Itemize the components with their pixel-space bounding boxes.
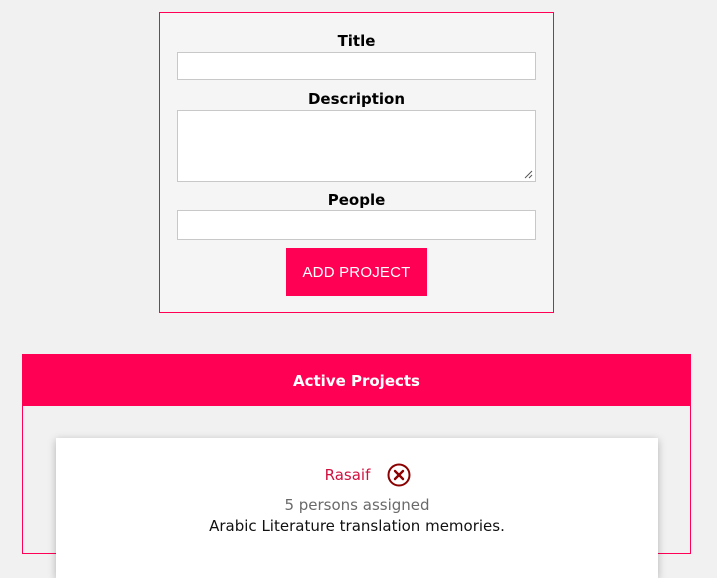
close-circle-icon[interactable] [387,463,411,487]
add-project-form: Title Description People ADD PROJECT [159,12,554,313]
description-textarea[interactable] [177,110,536,182]
project-title[interactable]: Rasaif [325,466,371,484]
active-projects-section: Active Projects Rasaif 5 persons assigne… [22,354,691,578]
project-description: Arabic Literature translation memories. [209,517,505,535]
active-projects-header: Active Projects [23,355,690,406]
description-label: Description [307,90,406,108]
title-label: Title [337,32,376,50]
people-label: People [327,191,386,209]
project-people-count: 5 persons assigned [284,496,430,514]
people-input[interactable] [177,210,536,240]
project-card: Rasaif 5 persons assigned Arabic Literat… [56,438,658,578]
resize-grip-icon[interactable] [524,170,533,179]
add-project-button[interactable]: ADD PROJECT [286,248,427,296]
project-title-row: Rasaif [56,462,658,488]
title-input[interactable] [177,52,536,80]
